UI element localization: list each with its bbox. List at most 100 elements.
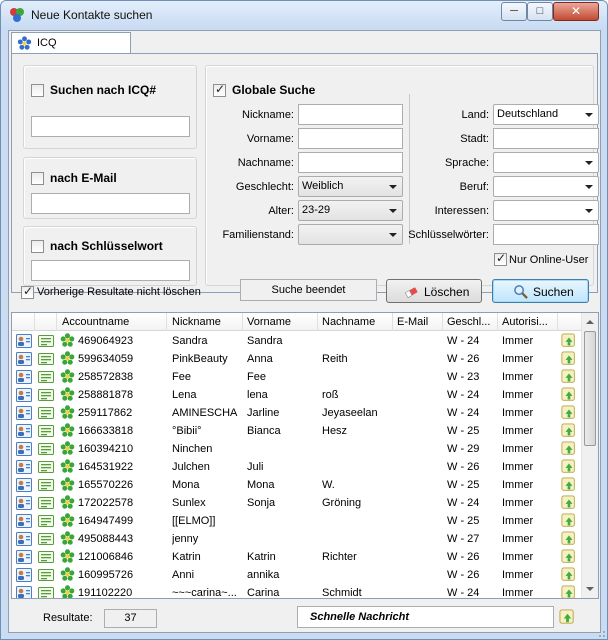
message-icon[interactable] [38,532,54,546]
scroll-down-icon[interactable] [586,587,594,591]
table-row[interactable]: 164531922 Julchen Juli W - 26 Immer [12,458,582,476]
user-info-icon[interactable] [16,478,32,492]
nachname-input[interactable] [298,152,403,173]
message-icon[interactable] [38,460,54,474]
column-header[interactable]: Geschl... [447,316,497,328]
table-row[interactable]: 164947499 [[ELMO]] W - 25 Immer [12,512,582,530]
add-contact-icon[interactable] [561,459,577,475]
add-contact-icon[interactable] [561,441,577,457]
user-info-icon[interactable] [16,406,32,420]
table-row[interactable]: 258572838 Fee Fee W - 23 Immer [12,368,582,386]
table-row[interactable]: 259117862 AMINESCHA Jarline Jeyaseelan W - 2… [12,404,582,422]
resize-grip-icon[interactable] [596,628,606,638]
message-icon[interactable] [38,496,54,510]
table-row[interactable]: 121006846 Katrin Katrin Richter W - 26 Immer [12,548,582,566]
add-contact-icon[interactable] [561,351,577,367]
email-checkbox[interactable] [31,172,44,185]
add-contact-icon[interactable] [561,531,577,547]
add-contact-icon[interactable] [561,405,577,421]
add-contact-icon[interactable] [561,495,577,511]
beruf-select[interactable] [493,176,599,197]
column-header[interactable]: Autorisi... [502,316,558,328]
scroll-up-icon[interactable] [586,320,594,324]
message-icon[interactable] [38,406,54,420]
message-icon[interactable] [38,550,54,564]
user-info-icon[interactable] [16,568,32,582]
message-icon[interactable] [38,370,54,384]
user-info-icon[interactable] [16,514,32,528]
land-select[interactable]: Deutschland [493,104,599,125]
column-header[interactable]: Nickname [172,316,242,328]
alter-select[interactable]: 23-29 [298,200,403,221]
keyword-checkbox[interactable] [31,240,44,253]
message-icon[interactable] [38,586,54,599]
user-info-icon[interactable] [16,334,32,348]
message-icon[interactable] [38,478,54,492]
table-row[interactable]: 258881878 Lena lena roß W - 24 Immer [12,386,582,404]
minimize-button[interactable]: ─ [501,2,527,21]
keep-results-checkbox[interactable] [21,284,34,299]
add-contact-icon[interactable] [561,369,577,385]
vorname-input[interactable] [298,128,403,149]
message-icon[interactable] [38,424,54,438]
quick-message-bar[interactable]: Schnelle Nachricht [297,606,554,628]
user-info-icon[interactable] [16,496,32,510]
message-icon[interactable] [38,388,54,402]
stadt-input[interactable] [493,128,599,149]
message-icon[interactable] [38,352,54,366]
user-info-icon[interactable] [16,586,32,599]
results-scrollbar[interactable] [581,313,598,598]
column-header[interactable]: Accountname [62,316,162,328]
table-row[interactable]: 469064923 Sandra Sandra W - 24 Immer [12,332,582,350]
user-info-icon[interactable] [16,424,32,438]
email-input[interactable] [31,193,190,214]
message-icon[interactable] [38,514,54,528]
search-button[interactable]: Suchen [492,279,589,303]
add-contact-icon[interactable] [561,549,577,565]
icq-number-input[interactable] [31,116,190,137]
sprache-select[interactable] [493,152,599,173]
column-header[interactable]: E-Mail [397,316,442,328]
user-info-icon[interactable] [16,532,32,546]
maximize-button[interactable]: □ [527,2,553,21]
table-row[interactable]: 495088443 jenny W - 27 Immer [12,530,582,548]
close-button[interactable]: ✕ [553,2,599,21]
add-contact-icon[interactable] [561,567,577,583]
user-info-icon[interactable] [16,550,32,564]
user-info-icon[interactable] [16,460,32,474]
global-search-checkbox[interactable] [213,82,226,97]
add-contact-icon[interactable] [559,609,576,626]
table-row[interactable]: 191102220 ~~~carina~... Carina Schmidt W - 2… [12,584,582,599]
user-info-icon[interactable] [16,388,32,402]
table-row[interactable]: 160995726 Anni annika W - 26 Immer [12,566,582,584]
keyword-input[interactable] [31,260,190,281]
interessen-select[interactable] [493,200,599,221]
message-icon[interactable] [38,334,54,348]
table-row[interactable]: 599634059 PinkBeauty Anna Reith W - 26 Immer [12,350,582,368]
user-info-icon[interactable] [16,370,32,384]
add-contact-icon[interactable] [561,423,577,439]
online-only-checkbox[interactable] [494,251,507,266]
scroll-thumb[interactable] [584,331,596,446]
table-row[interactable]: 165570226 Mona Mona W. W - 25 Immer [12,476,582,494]
user-info-icon[interactable] [16,352,32,366]
title-bar[interactable]: Neue Kontakte suchen ─ □ ✕ [1,1,607,29]
message-icon[interactable] [38,568,54,582]
table-row[interactable]: 160394210 Ninchen W - 29 Immer [12,440,582,458]
clear-button[interactable]: Löschen [386,279,482,303]
add-contact-icon[interactable] [561,477,577,493]
tab-icq[interactable]: ICQ [11,32,131,54]
add-contact-icon[interactable] [561,513,577,529]
add-contact-icon[interactable] [561,333,577,349]
add-contact-icon[interactable] [561,585,577,599]
user-info-icon[interactable] [16,442,32,456]
table-row[interactable]: 172022578 Sunlex Sonja Gröning W - 24 Immer [12,494,582,512]
message-icon[interactable] [38,442,54,456]
nickname-input[interactable] [298,104,403,125]
geschlecht-select[interactable]: Weiblich [298,176,403,197]
schluesselwoerter-input[interactable] [493,224,599,245]
add-contact-icon[interactable] [561,387,577,403]
familienstand-select[interactable] [298,224,403,245]
icq-number-checkbox[interactable] [31,84,44,97]
column-header[interactable]: Vorname [247,316,317,328]
